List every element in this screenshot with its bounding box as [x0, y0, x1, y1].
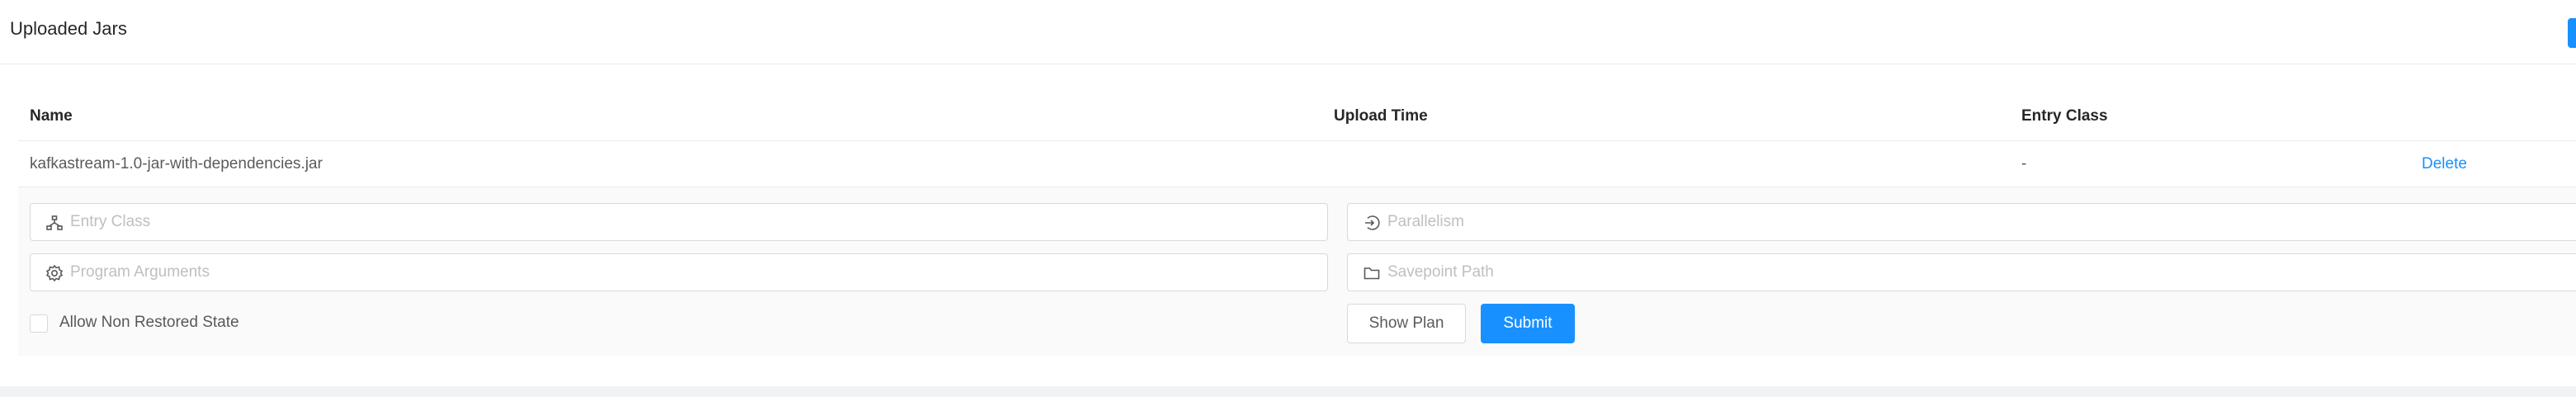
- tree-icon: [45, 214, 64, 232]
- gear-icon: [45, 264, 64, 282]
- login-icon: [1363, 214, 1381, 232]
- jar-name-cell[interactable]: kafkastream-1.0-jar-with-dependencies.ja…: [30, 155, 323, 173]
- savepoint-path-input[interactable]: [1387, 254, 2574, 291]
- parallelism-field[interactable]: [1347, 203, 2576, 241]
- entry-class-input[interactable]: [70, 204, 1317, 240]
- page-background-band: [0, 386, 2576, 397]
- delete-link[interactable]: Delete: [2422, 155, 2467, 173]
- header-action-button[interactable]: [2568, 18, 2576, 48]
- show-plan-button[interactable]: Show Plan: [1347, 304, 1466, 343]
- card-header: Uploaded Jars: [0, 0, 2576, 64]
- parallelism-input[interactable]: [1387, 204, 2574, 240]
- submit-button[interactable]: Submit: [1481, 304, 1575, 343]
- table-header-divider: [18, 140, 2576, 141]
- entry-class-cell: -: [2021, 155, 2027, 173]
- column-header-upload-time[interactable]: Upload Time: [1334, 107, 1428, 125]
- program-arguments-field[interactable]: [30, 253, 1328, 291]
- column-header-name[interactable]: Name: [30, 107, 73, 125]
- allow-non-restored-label[interactable]: Allow Non Restored State: [59, 314, 239, 332]
- entry-class-field[interactable]: [30, 203, 1328, 241]
- card-title: Uploaded Jars: [10, 18, 127, 39]
- folder-icon: [1363, 264, 1381, 282]
- column-header-entry-class[interactable]: Entry Class: [2021, 107, 2108, 125]
- savepoint-path-field[interactable]: [1347, 253, 2576, 291]
- allow-non-restored-checkbox[interactable]: [30, 314, 48, 333]
- program-arguments-input[interactable]: [70, 254, 1317, 291]
